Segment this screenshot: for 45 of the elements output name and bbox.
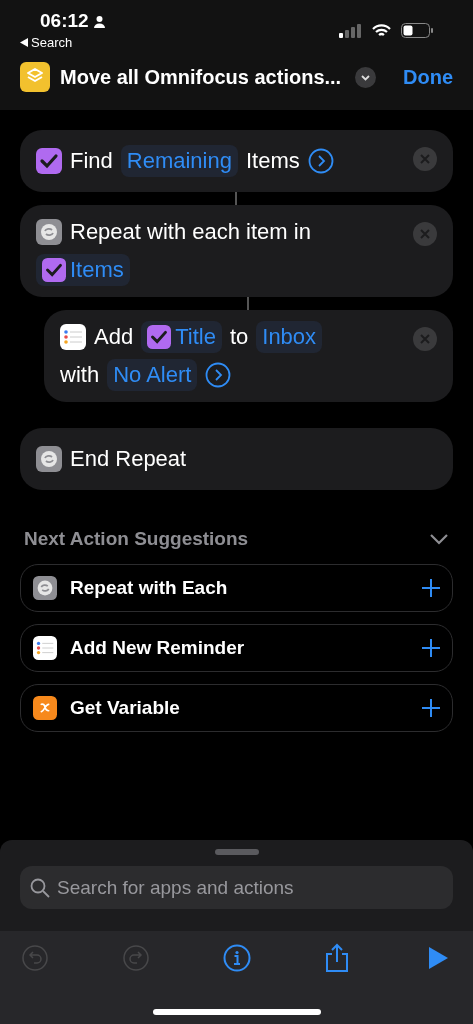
status-time: 06:12 bbox=[40, 10, 89, 32]
repeat-icon bbox=[36, 446, 62, 472]
battery-icon bbox=[401, 23, 433, 38]
done-button[interactable]: Done bbox=[403, 65, 453, 89]
action-text: Find bbox=[70, 148, 113, 174]
list-icon bbox=[60, 324, 86, 350]
variable-icon bbox=[33, 696, 57, 720]
shortcut-title: Move all Omnifocus actions... bbox=[60, 65, 342, 89]
suggestions-heading: Next Action Suggestions bbox=[24, 528, 249, 550]
shortcut-app-icon bbox=[20, 62, 50, 92]
checkbox-app-icon bbox=[42, 258, 66, 282]
plus-icon[interactable] bbox=[422, 579, 440, 597]
info-icon[interactable] bbox=[221, 943, 252, 973]
parameter-token[interactable]: No Alert bbox=[107, 359, 198, 391]
plus-icon[interactable] bbox=[422, 639, 440, 657]
search-icon bbox=[30, 878, 50, 898]
back-arrow-icon[interactable] bbox=[20, 38, 28, 47]
parameter-token[interactable]: Inbox bbox=[256, 321, 323, 353]
plus-icon[interactable] bbox=[422, 699, 440, 717]
checkbox-app-icon bbox=[36, 148, 62, 174]
suggestion-row[interactable]: Add New Reminder bbox=[20, 624, 453, 672]
parameter-token[interactable]: Items bbox=[36, 254, 130, 286]
action-text: Repeat with each item in bbox=[70, 219, 311, 245]
list-icon bbox=[33, 636, 57, 660]
chevron-down-icon[interactable] bbox=[355, 66, 377, 88]
action-text: Add bbox=[94, 324, 134, 350]
chevron-icon[interactable] bbox=[429, 533, 449, 545]
repeat-icon bbox=[36, 219, 62, 245]
wifi-icon bbox=[372, 23, 391, 38]
chevron-circle-icon[interactable] bbox=[307, 148, 334, 174]
checkbox-app-icon bbox=[147, 325, 172, 349]
search-field[interactable]: Search for apps and actions bbox=[20, 866, 453, 909]
parameter-token[interactable]: Title bbox=[141, 321, 222, 353]
parameter-token[interactable]: Remaining bbox=[120, 145, 238, 177]
action-text: Items bbox=[245, 148, 300, 174]
suggestion-row[interactable]: Repeat with Each bbox=[20, 564, 453, 612]
chevron-circle-icon[interactable] bbox=[205, 362, 232, 388]
action-text: to bbox=[229, 324, 249, 350]
signal-icon bbox=[339, 23, 362, 38]
suggestion-row[interactable]: Get Variable bbox=[20, 684, 453, 732]
action-text: with bbox=[60, 362, 100, 388]
action-text: End Repeat bbox=[70, 446, 187, 472]
person-icon bbox=[92, 14, 106, 28]
back-link[interactable]: Search bbox=[31, 35, 73, 50]
repeat-icon bbox=[33, 576, 57, 600]
